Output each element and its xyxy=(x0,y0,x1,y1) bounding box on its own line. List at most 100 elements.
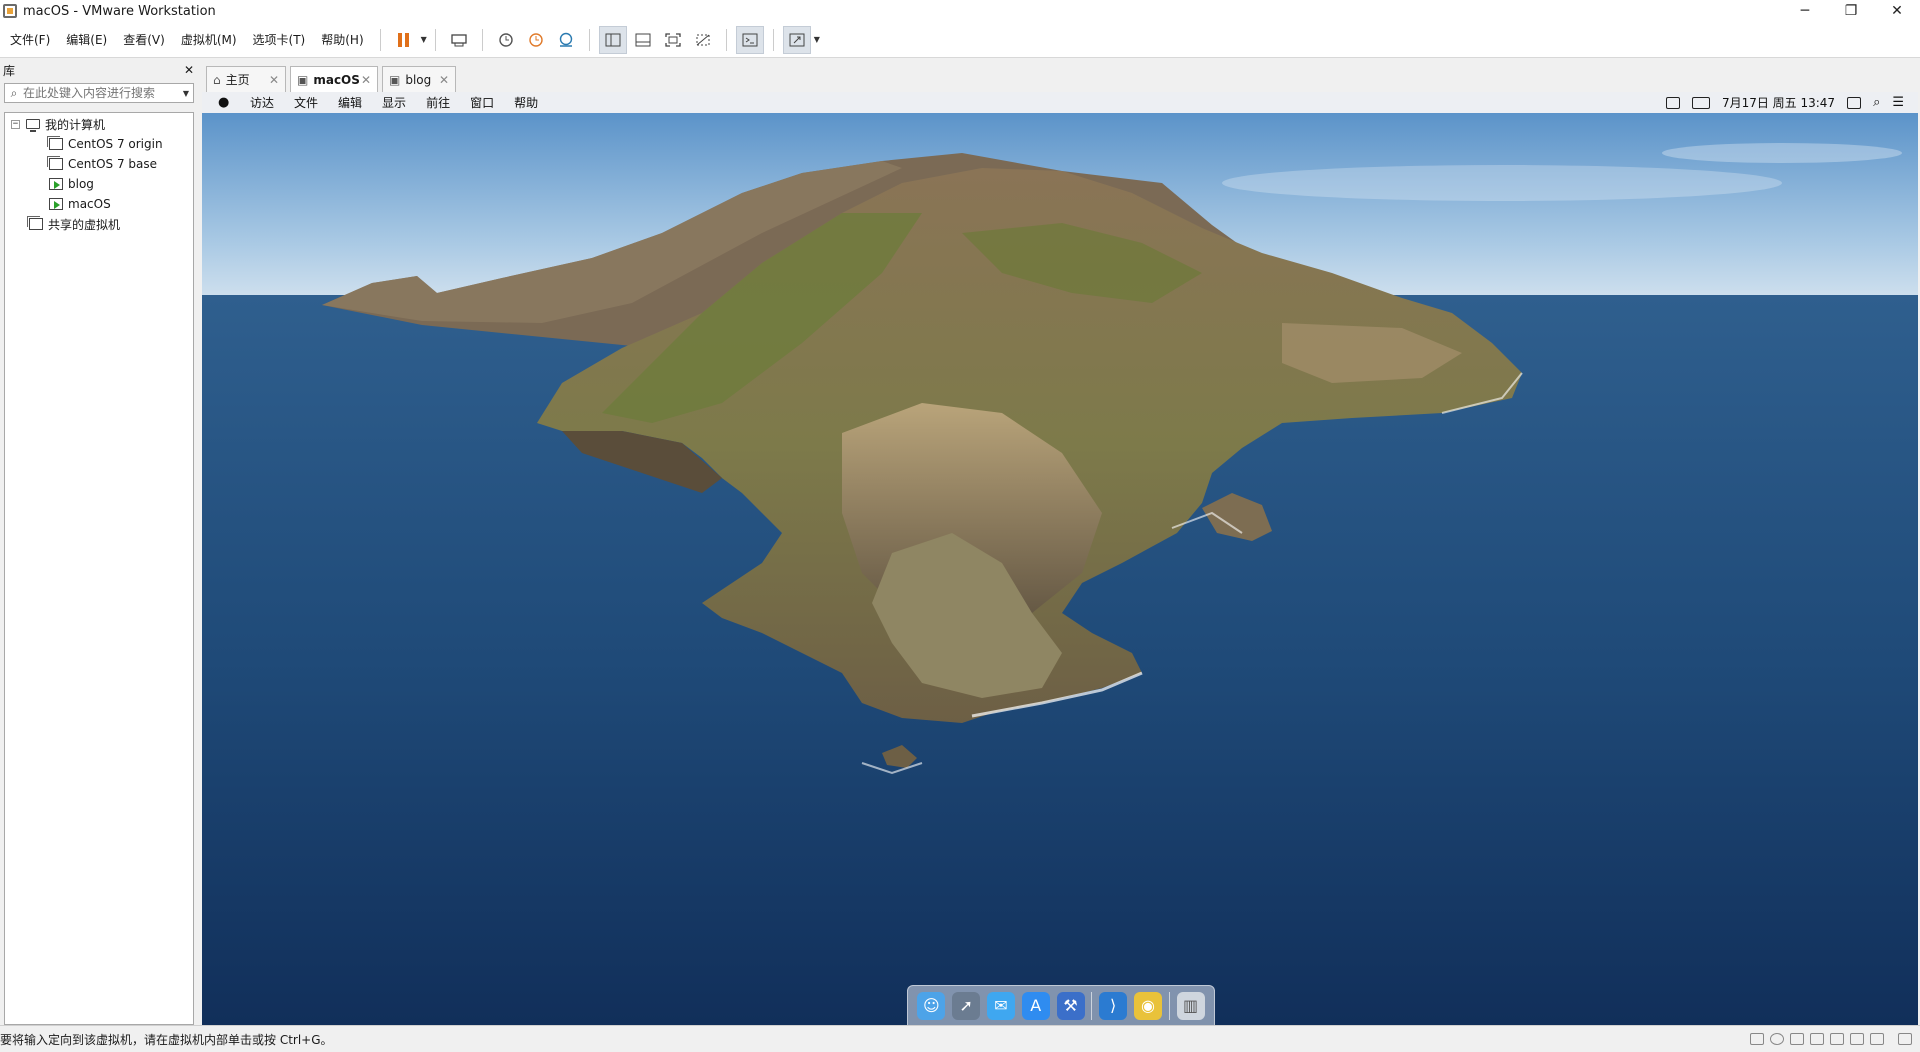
macos-menu-bar: ● 访达 文件 编辑 显示 前往 窗口 帮助 7月17日 周五 13:47 ⌕ … xyxy=(202,92,1918,113)
finder-icon[interactable]: ☺ xyxy=(917,991,946,1020)
search-icon: ⌕ xyxy=(10,85,18,100)
desktop-wallpaper xyxy=(202,113,1918,1025)
chevron-down-icon[interactable]: ▼ xyxy=(421,35,427,44)
tree-label: CentOS 7 origin xyxy=(68,137,163,151)
console-view-button[interactable] xyxy=(735,25,764,54)
send-ctrl-alt-del-button[interactable] xyxy=(445,26,473,54)
status-message: 要将输入定向到该虚拟机，请在虚拟机内部单击或按 Ctrl+G。 xyxy=(0,1032,333,1047)
close-library-button[interactable]: ✕ xyxy=(184,63,194,77)
sync-icon[interactable] xyxy=(1847,96,1862,109)
unity-icon xyxy=(696,34,710,45)
search-input[interactable] xyxy=(23,86,173,100)
macos-menu-item[interactable]: 前往 xyxy=(426,94,450,111)
minimize-button[interactable]: ─ xyxy=(1782,0,1828,22)
grid-icon[interactable] xyxy=(1665,96,1680,109)
hard-disk-icon[interactable] xyxy=(1750,1033,1764,1045)
shared-vm-icon xyxy=(27,216,43,230)
full-screen-button[interactable] xyxy=(659,26,687,54)
vscode-icon[interactable]: ⟩ xyxy=(1099,991,1128,1020)
chrome-icon[interactable]: ◉ xyxy=(1133,991,1162,1020)
chevron-down-icon[interactable]: ▼ xyxy=(814,35,820,44)
spotlight-search-icon[interactable]: ⌕ xyxy=(1873,95,1880,110)
stretch-icon xyxy=(789,33,805,46)
macos-menu-item[interactable]: 访达 xyxy=(250,94,274,111)
sound-icon[interactable] xyxy=(1830,1033,1844,1045)
network-adapter-icon[interactable] xyxy=(1790,1033,1804,1045)
macos-menu-item[interactable]: 文件 xyxy=(294,94,318,111)
menu-edit[interactable]: 编辑(E) xyxy=(58,22,115,58)
show-thumbnail-bar-button[interactable] xyxy=(629,26,657,54)
close-window-button[interactable]: ✕ xyxy=(1874,0,1920,22)
app-store-icon[interactable]: A xyxy=(1021,991,1050,1020)
tree-node-my-computer[interactable]: − 我的计算机 xyxy=(11,115,105,133)
tab-blog[interactable]: ▣ blog ✕ xyxy=(382,66,456,92)
tree-node-vm[interactable]: CentOS 7 base xyxy=(47,155,158,173)
macos-menu-item[interactable]: 编辑 xyxy=(338,94,362,111)
xcode-icon[interactable]: ⚒ xyxy=(1056,991,1085,1020)
macos-menu-item[interactable]: 帮助 xyxy=(514,94,538,111)
snapshot-clock-icon xyxy=(499,32,513,47)
vm-running-icon xyxy=(49,178,63,190)
vm-icon xyxy=(47,156,63,170)
tree-node-vm[interactable]: macOS xyxy=(49,195,111,213)
tab-macos[interactable]: ▣ macOS ✕ xyxy=(290,66,378,93)
macos-dock: ☺ ➚ ✉ A ⚒ ⟩ ◉ ▥ xyxy=(907,985,1215,1025)
menu-view[interactable]: 查看(V) xyxy=(115,22,173,58)
messages-icon[interactable]: ✉ xyxy=(986,991,1015,1020)
tree-node-vm[interactable]: blog xyxy=(49,175,94,193)
snapshot-manager-button[interactable] xyxy=(552,26,580,54)
thumbnail-bar-icon xyxy=(635,33,651,46)
apple-menu-icon[interactable]: ● xyxy=(218,95,240,110)
dock-separator xyxy=(1168,991,1170,1020)
revert-snapshot-button[interactable] xyxy=(522,26,550,54)
usb-icon[interactable] xyxy=(1810,1033,1824,1045)
display-icon[interactable] xyxy=(1870,1033,1884,1045)
tab-strip: ⌂ 主页 ✕ ▣ macOS ✕ ▣ blog ✕ xyxy=(202,62,1920,93)
menu-bar: 文件(F) 编辑(E) 查看(V) 虚拟机(M) 选项卡(T) 帮助(H) ▼ xyxy=(0,22,1920,58)
macos-menu-item[interactable]: 显示 xyxy=(382,94,406,111)
tree-node-vm[interactable]: CentOS 7 origin xyxy=(47,135,163,153)
menu-file[interactable]: 文件(F) xyxy=(2,22,58,58)
toolbar: ▼ ▼ xyxy=(372,22,820,58)
cd-dvd-icon[interactable] xyxy=(1770,1033,1784,1045)
tab-label: blog xyxy=(405,72,432,87)
library-search-box[interactable]: ⌕ ▼ xyxy=(4,83,194,103)
stretch-guest-button[interactable] xyxy=(782,25,811,54)
menu-vm[interactable]: 虚拟机(M) xyxy=(173,22,245,58)
tree-label: 我的计算机 xyxy=(45,117,106,132)
tree-label: CentOS 7 base xyxy=(68,157,158,171)
library-panel: 库 ✕ ⌕ ▼ − 我的计算机 CentOS 7 origin CentOS 7… xyxy=(0,59,198,1025)
pause-button[interactable] xyxy=(390,26,418,54)
printer-icon[interactable] xyxy=(1850,1033,1864,1045)
notification-center-icon[interactable]: ☰ xyxy=(1892,95,1904,110)
tab-home[interactable]: ⌂ 主页 ✕ xyxy=(206,66,286,92)
chevron-down-icon[interactable]: ▼ xyxy=(183,89,189,98)
menu-help[interactable]: 帮助(H) xyxy=(313,22,371,58)
vm-icon xyxy=(47,136,63,150)
revert-snapshot-icon xyxy=(529,32,543,47)
status-bar: 要将输入定向到该虚拟机，请在虚拟机内部单击或按 Ctrl+G。 xyxy=(0,1025,1920,1052)
vm-tree: − 我的计算机 CentOS 7 origin CentOS 7 base bl… xyxy=(4,112,194,1025)
terminal-icon xyxy=(742,33,758,46)
snapshot-button[interactable] xyxy=(492,26,520,54)
vm-console[interactable]: ● 访达 文件 编辑 显示 前往 窗口 帮助 7月17日 周五 13:47 ⌕ … xyxy=(202,92,1918,1025)
macos-clock[interactable]: 7月17日 周五 13:47 xyxy=(1722,94,1835,111)
close-tab-button[interactable]: ✕ xyxy=(439,73,449,87)
library-title: 库 xyxy=(3,63,16,78)
close-tab-button[interactable]: ✕ xyxy=(269,73,279,87)
message-log-icon[interactable] xyxy=(1898,1033,1912,1045)
unity-button[interactable] xyxy=(689,26,717,54)
menu-tabs[interactable]: 选项卡(T) xyxy=(245,22,314,58)
tree-label: blog xyxy=(68,177,94,191)
close-tab-button[interactable]: ✕ xyxy=(361,73,371,87)
tree-label: 共享的虚拟机 xyxy=(48,217,121,232)
show-library-button[interactable] xyxy=(598,25,627,54)
tree-label: macOS xyxy=(68,197,111,211)
trash-icon[interactable]: ▥ xyxy=(1176,991,1205,1020)
macos-menu-item[interactable]: 窗口 xyxy=(470,94,494,111)
tree-node-shared-vms[interactable]: 共享的虚拟机 xyxy=(27,215,121,233)
launchpad-icon[interactable]: ➚ xyxy=(952,991,981,1020)
collapse-toggle[interactable]: − xyxy=(11,119,20,129)
restore-button[interactable]: ❐ xyxy=(1828,0,1874,22)
display-icon[interactable] xyxy=(1691,96,1710,109)
